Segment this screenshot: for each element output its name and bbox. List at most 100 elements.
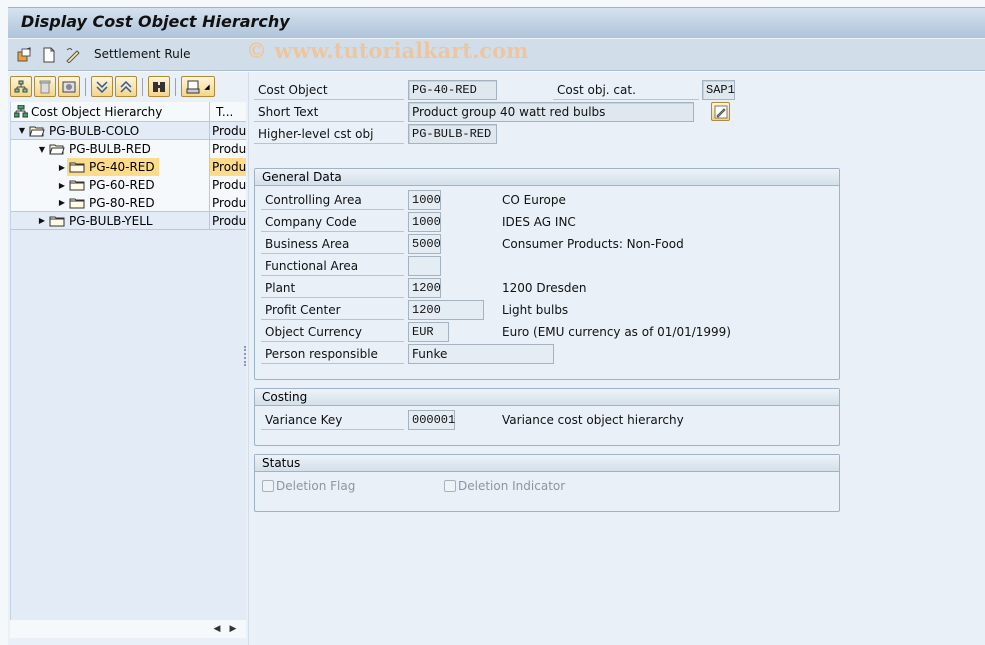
cost-obj-cat-field[interactable]: SAP1	[702, 80, 735, 100]
tree-node[interactable]: ▶ PG-80-RED Produ	[11, 194, 246, 212]
folder-icon	[49, 216, 65, 226]
group-title: General Data	[255, 169, 839, 186]
business-area-field[interactable]: 5000	[408, 234, 441, 254]
expanded-arrow-icon[interactable]: ▼	[17, 126, 27, 135]
page-title: Display Cost Object Hierarchy	[21, 12, 290, 31]
detail-pane: Cost Object PG-40-RED Cost obj. cat. SAP…	[248, 72, 985, 645]
cost-object-label: Cost Object	[254, 80, 404, 100]
details-icon	[62, 81, 76, 92]
tree-node-label: PG-40-RED	[89, 160, 155, 174]
object-currency-desc: Euro (EMU currency as of 01/01/1999)	[502, 325, 731, 339]
column-header-text[interactable]: T...	[210, 102, 233, 121]
column-header-hierarchy[interactable]: Cost Object Hierarchy	[11, 102, 210, 121]
tree-node-label: PG-BULB-YELL	[69, 213, 153, 228]
tree-node-label: PG-60-RED	[89, 178, 155, 192]
tree-node[interactable]: ▶ PG-40-RED Produ	[11, 158, 246, 176]
collapsed-arrow-icon[interactable]: ▶	[57, 163, 67, 172]
tree-node-label: PG-BULB-COLO	[49, 123, 140, 138]
tree-node-text: Produ	[210, 212, 246, 229]
company-code-desc: IDES AG INC	[502, 215, 576, 229]
tree-toolbar: ◢	[10, 76, 215, 98]
folder-icon	[69, 162, 85, 173]
higher-level-field[interactable]: PG-BULB-RED	[408, 124, 497, 144]
collapse-all-icon	[120, 80, 132, 93]
open-folder-icon	[49, 144, 65, 155]
details-button[interactable]	[58, 76, 80, 97]
short-text-field[interactable]: Product group 40 watt red bulbs	[408, 102, 694, 122]
new-document-icon[interactable]	[41, 47, 57, 63]
business-area-label: Business Area	[261, 234, 404, 254]
group-title: Costing	[255, 389, 839, 406]
tree-node-text: Produ	[210, 194, 246, 211]
cost-obj-cat-label: Cost obj. cat.	[553, 80, 699, 100]
tree-node[interactable]: ▶ PG-60-RED Produ	[11, 176, 246, 194]
tree-node[interactable]: ▶ PG-BULB-YELL Produ	[11, 212, 246, 230]
cost-object-field[interactable]: PG-40-RED	[408, 80, 497, 100]
edit-long-text-button[interactable]	[711, 102, 730, 121]
collapse-all-button[interactable]	[115, 76, 137, 97]
plant-label: Plant	[261, 278, 404, 298]
plant-field[interactable]: 1200	[408, 278, 441, 298]
settlement-rule-button[interactable]: Settlement Rule	[94, 47, 190, 61]
collapsed-arrow-icon[interactable]: ▶	[37, 216, 47, 225]
short-text-label: Short Text	[254, 102, 404, 122]
title-bar: Display Cost Object Hierarchy	[8, 7, 985, 38]
company-code-field[interactable]: 1000	[408, 212, 441, 232]
main-content: ◢ Cost Object Hierarchy T... ▼ PG-BULB-CO…	[8, 72, 985, 645]
scroll-right-icon[interactable]: ▶	[225, 621, 241, 637]
print-button[interactable]: ◢	[181, 76, 215, 97]
tree-node-text: Produ	[210, 122, 246, 139]
controlling-area-label: Controlling Area	[261, 190, 404, 210]
tree-node-label: PG-BULB-RED	[69, 142, 151, 156]
dropdown-arrow-icon[interactable]: ◢	[204, 83, 209, 91]
functional-area-field[interactable]	[408, 256, 441, 276]
controlling-area-desc: CO Europe	[502, 193, 566, 207]
object-currency-field[interactable]: EUR	[408, 322, 449, 342]
find-button[interactable]	[148, 76, 170, 97]
delete-icon	[39, 80, 51, 93]
person-responsible-label: Person responsible	[261, 344, 404, 364]
group-title: Status	[255, 455, 839, 472]
settlement-rule-icon[interactable]	[65, 47, 81, 63]
plant-desc: 1200 Dresden	[502, 281, 587, 295]
variance-key-field[interactable]: 000001	[408, 410, 455, 430]
structure-icon	[14, 80, 28, 92]
folder-icon	[69, 180, 85, 191]
change-display-icon[interactable]	[17, 47, 33, 63]
person-responsible-field[interactable]: Funke	[408, 344, 554, 364]
pencil-icon	[714, 105, 727, 118]
find-icon	[153, 81, 165, 92]
expanded-arrow-icon[interactable]: ▼	[37, 145, 47, 154]
profit-center-desc: Light bulbs	[502, 303, 569, 317]
profit-center-field[interactable]: 1200	[408, 300, 484, 320]
expand-all-button[interactable]	[91, 76, 113, 97]
hierarchy-pane: ◢ Cost Object Hierarchy T... ▼ PG-BULB-CO…	[8, 72, 248, 645]
deletion-flag-checkbox[interactable]: Deletion Flag	[262, 479, 355, 493]
controlling-area-field[interactable]: 1000	[408, 190, 441, 210]
print-icon	[186, 80, 200, 93]
tree-node-label: PG-80-RED	[89, 195, 155, 210]
variance-key-desc: Variance cost object hierarchy	[502, 413, 684, 427]
business-area-desc: Consumer Products: Non-Food	[502, 237, 684, 251]
collapsed-arrow-icon[interactable]: ▶	[57, 198, 67, 207]
deletion-indicator-checkbox[interactable]: Deletion Indicator	[444, 479, 565, 493]
folder-icon	[69, 198, 85, 208]
delete-button[interactable]	[34, 76, 56, 97]
horizontal-scrollbar[interactable]: ◀ ▶	[10, 620, 246, 638]
collapsed-arrow-icon[interactable]: ▶	[57, 181, 67, 190]
hierarchy-icon	[14, 105, 28, 118]
structure-button[interactable]	[10, 76, 32, 97]
expand-all-icon	[96, 80, 108, 93]
tree-node-text: Produ	[210, 158, 246, 176]
scroll-left-icon[interactable]: ◀	[209, 621, 225, 637]
pane-splitter[interactable]	[244, 346, 247, 366]
tree-node[interactable]: ▼ PG-BULB-COLO Produ	[11, 122, 246, 140]
higher-level-label: Higher-level cst obj	[254, 124, 404, 144]
tree-node[interactable]: ▼ PG-BULB-RED Produ	[11, 140, 246, 158]
object-currency-label: Object Currency	[261, 322, 404, 342]
cost-object-tree: Cost Object Hierarchy T... ▼ PG-BULB-COLO…	[10, 102, 246, 622]
company-code-label: Company Code	[261, 212, 404, 232]
tree-node-text: Produ	[210, 140, 246, 158]
open-folder-icon	[29, 126, 45, 136]
watermark: © www.tutorialkart.com	[246, 38, 529, 63]
